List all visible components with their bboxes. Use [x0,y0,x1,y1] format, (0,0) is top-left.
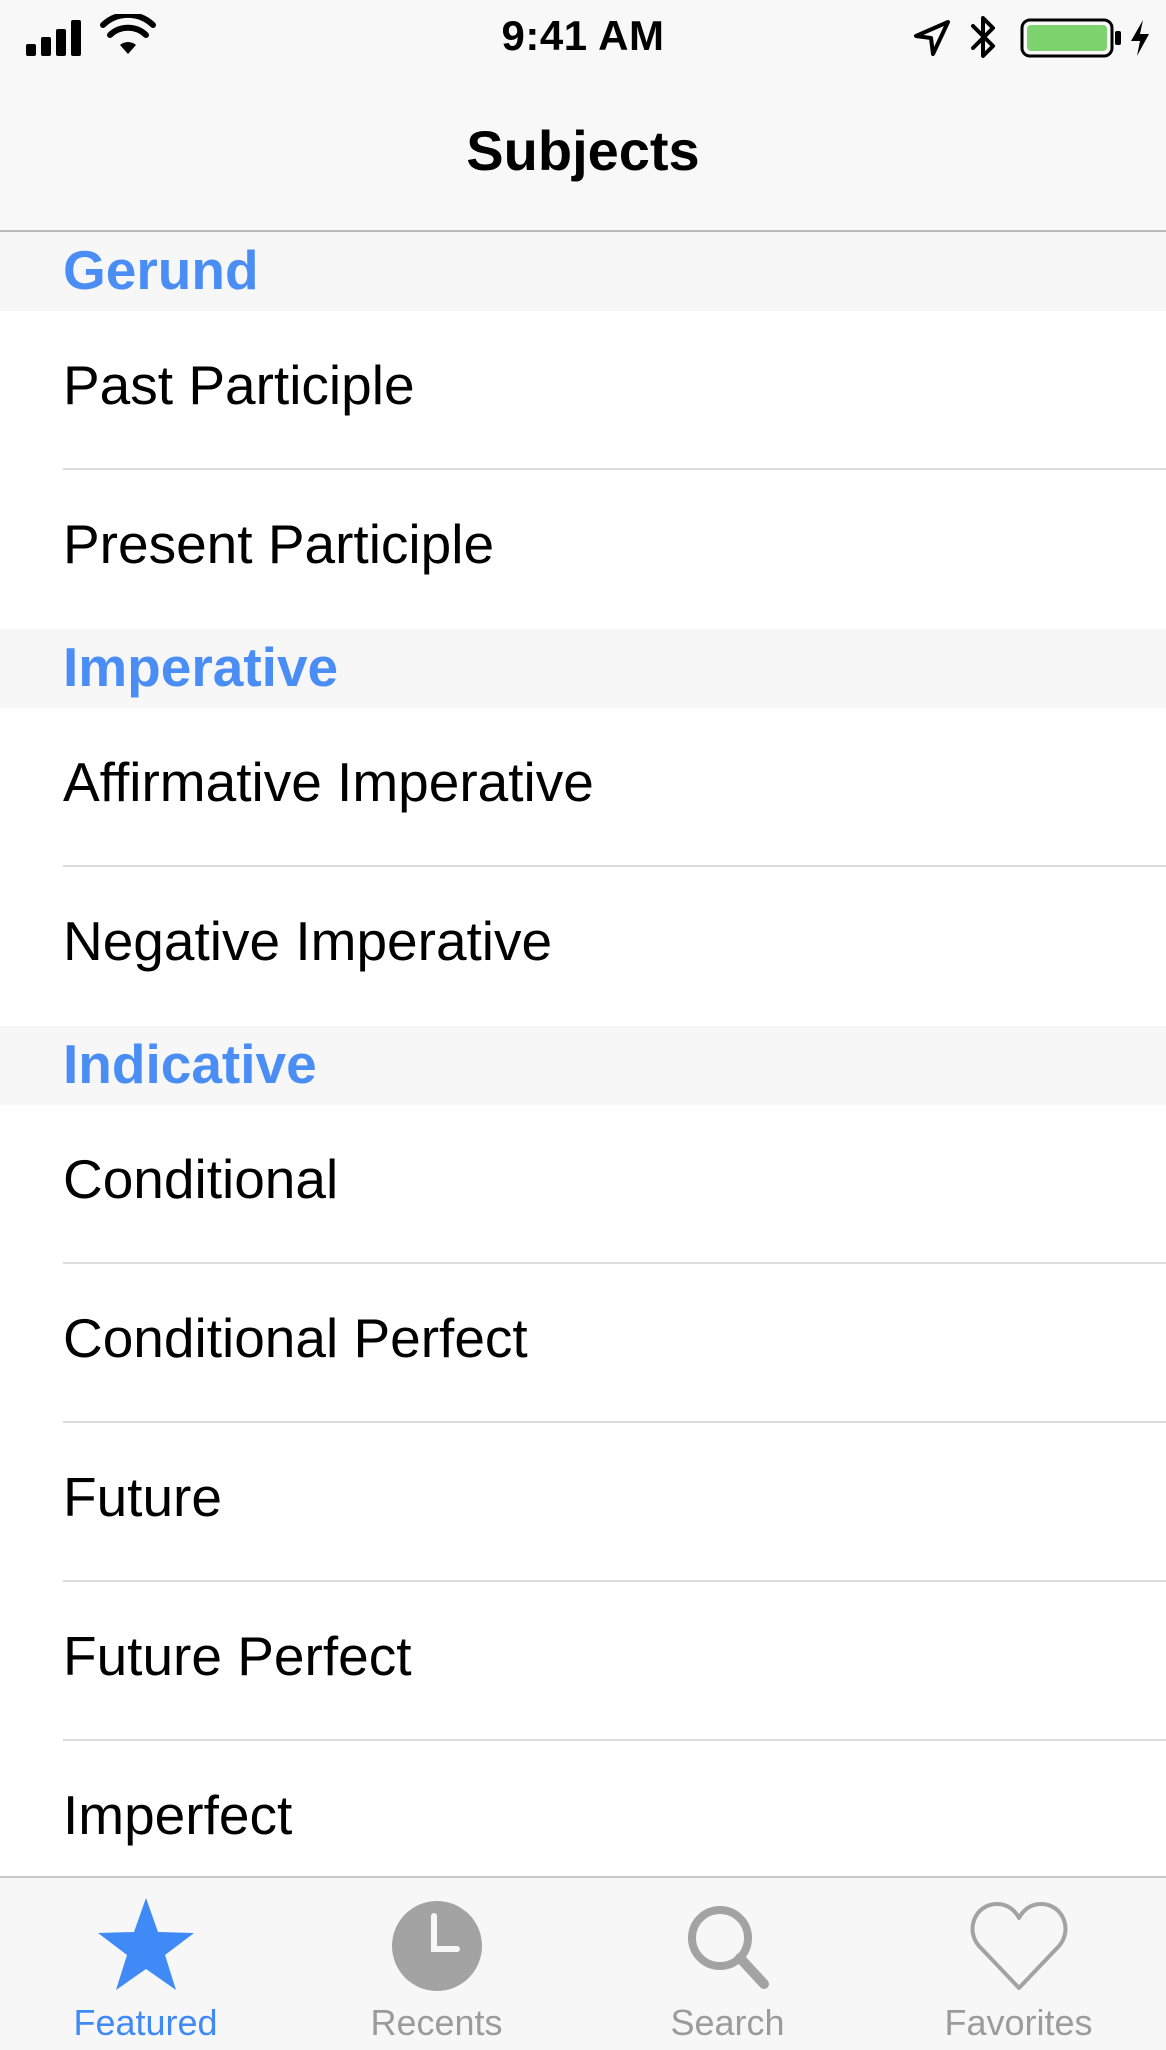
list-item[interactable]: Affirmative Imperative [0,708,1166,867]
tab-label: Recents [370,2002,503,2043]
tab-label: Favorites [944,2002,1093,2043]
tab-label: Featured [73,2002,218,2043]
list-item[interactable]: Past Participle [0,311,1166,470]
list-item-label: Future Perfect [63,1625,412,1687]
charging-bolt-icon [1131,20,1149,56]
list-item-label: Affirmative Imperative [63,751,594,813]
tab-label: Search [670,2002,785,2043]
navigation-bar: Subjects [0,74,1166,232]
page-title: Subjects [466,119,700,182]
screen: 9:41 AM Subjects Gerund Past Participle … [0,0,1166,2050]
status-bar: 9:41 AM [0,0,1166,74]
section-header-gerund: Gerund [0,232,1166,311]
list-item[interactable]: Conditional Perfect [0,1264,1166,1423]
section-header-label: Imperative [63,636,339,698]
tab-featured[interactable]: Featured [0,1878,291,2050]
heart-icon [970,1902,1067,1990]
tab-recents[interactable]: Recents [291,1878,582,2050]
list-item-label: Conditional [63,1148,339,1210]
section-header-label: Gerund [63,239,259,301]
list-item[interactable]: Conditional [0,1105,1166,1264]
list-item[interactable]: Future Perfect [0,1582,1166,1741]
list-item-label: Past Participle [63,354,415,416]
list-item-label: Negative Imperative [63,910,553,972]
location-arrow-icon [914,20,950,56]
section-header-label: Indicative [63,1033,317,1095]
list-item-label: Conditional Perfect [63,1307,528,1369]
list-item-label: Imperfect [63,1784,293,1846]
list-item-label: Present Participle [63,513,495,575]
battery-icon [1020,18,1121,58]
section-header-imperative: Imperative [0,629,1166,708]
list-item-label: Future [63,1466,222,1528]
list-item[interactable]: Negative Imperative [0,867,1166,1026]
tab-search[interactable]: Search [582,1878,873,2050]
list-item[interactable]: Imperfect [0,1741,1166,1876]
subjects-list[interactable]: Gerund Past Participle Present Participl… [0,232,1166,1876]
list-item[interactable]: Present Participle [0,470,1166,629]
search-icon [687,1906,769,1989]
tab-bar: Featured Recents Search Favorites [0,1876,1166,2050]
tab-favorites[interactable]: Favorites [873,1878,1164,2050]
bluetooth-icon [971,16,995,58]
section-header-indicative: Indicative [0,1026,1166,1105]
list-item[interactable]: Future [0,1423,1166,1582]
star-icon [97,1898,194,1990]
clock-icon [391,1901,482,1991]
